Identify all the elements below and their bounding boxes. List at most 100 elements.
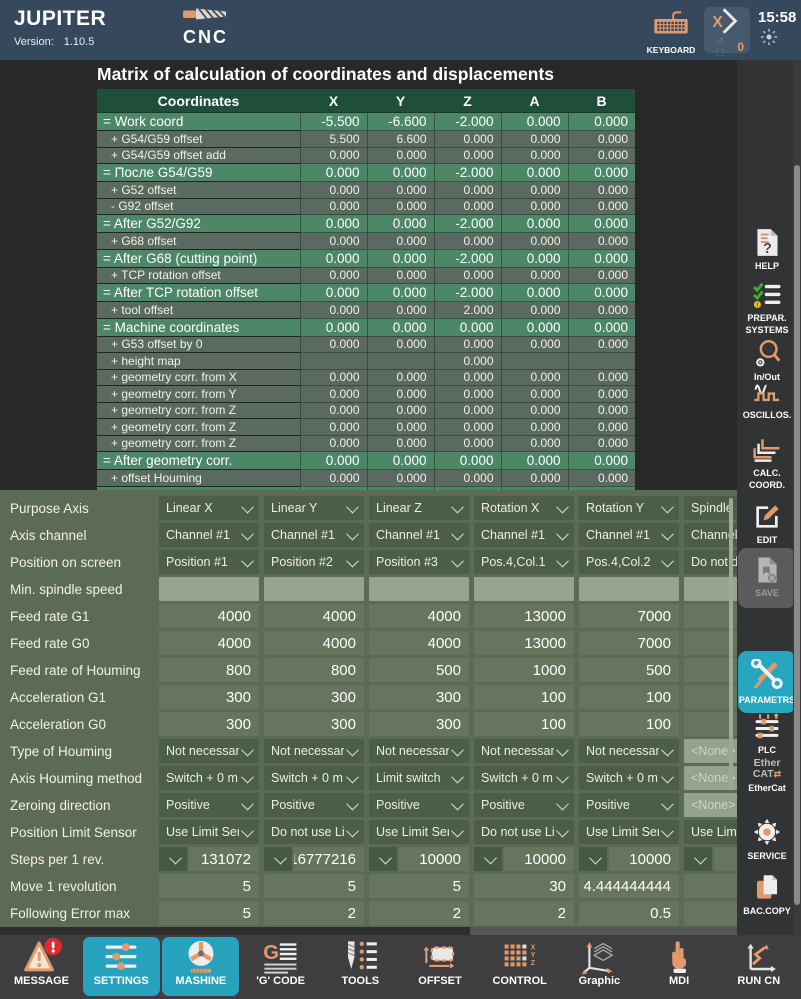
settings-number-field[interactable]: 100 [474,712,574,736]
settings-dropdown[interactable]: Use Limit Sen [579,820,679,844]
stepper-dropdown-button[interactable] [369,847,397,871]
settings-number-field[interactable]: 4.444444444 [579,874,679,898]
settings-dropdown[interactable]: Positive [369,793,469,817]
settings-dropdown[interactable]: Switch + 0 m [579,766,679,790]
settings-vertical-scrollbar[interactable] [729,498,733,790]
settings-number-field[interactable]: 500 [369,658,469,682]
settings-dropdown[interactable]: Pos.4,Col.1 [474,550,574,574]
settings-number-field[interactable] [684,874,737,898]
nav-item-tools[interactable]: TOOLS [322,937,399,996]
sidebar-item-edit[interactable]: EDIT [739,503,795,547]
settings-number-field[interactable]: 4000 [369,631,469,655]
keyboard-button[interactable]: KEYBOARD [643,9,699,55]
settings-number-field[interactable]: 13000 [474,631,574,655]
settings-dropdown[interactable]: Linear Z [369,496,469,520]
stepper-value[interactable]: 10000 [399,847,469,871]
settings-number-field[interactable]: 4000 [369,604,469,628]
settings-number-field[interactable]: 300 [159,712,259,736]
settings-horizontal-scrollbar-thumb[interactable] [0,927,470,935]
stop-counter-button[interactable]: X ↺ ▢ 0 [704,7,750,53]
settings-dropdown[interactable]: Rotation Y [579,496,679,520]
settings-dropdown[interactable]: Not necessar [579,739,679,763]
settings-dropdown[interactable]: Channel #1 [369,523,469,547]
settings-number-field[interactable]: 800 [159,658,259,682]
settings-number-field[interactable]: 100 [579,685,679,709]
settings-number-field[interactable]: 300 [369,685,469,709]
stepper-dropdown-button[interactable] [474,847,502,871]
settings-dropdown[interactable]: Positive [159,793,259,817]
settings-dropdown[interactable]: Positive [264,793,364,817]
settings-dropdown[interactable]: Position #1 [159,550,259,574]
nav-item-settings[interactable]: SETTINGS [83,937,160,996]
settings-dropdown[interactable]: Positive [579,793,679,817]
sidebar-item-oscillos[interactable]: OSCILLOS. [739,380,795,422]
settings-number-field[interactable]: 100 [579,712,679,736]
nav-item-mdi[interactable]: MDI [641,937,718,996]
settings-number-field[interactable]: 300 [264,685,364,709]
settings-dropdown[interactable]: Rotation X [474,496,574,520]
settings-dropdown[interactable]: Positive [474,793,574,817]
sidebar-item-service[interactable]: SERVICE [739,817,795,863]
sidebar-item-help[interactable]: ?HELP [739,228,795,273]
sidebar-item-parametrs[interactable]: PARAMETRS [738,651,796,713]
settings-number-field[interactable]: 2 [264,901,364,925]
settings-input[interactable] [264,577,364,601]
nav-item-graphic[interactable]: Graphic [561,937,638,996]
settings-dropdown[interactable]: Linear Y [264,496,364,520]
stepper-value[interactable]: 10000 [609,847,679,871]
settings-dropdown[interactable]: Not necessar [474,739,574,763]
sidebar-item-calc-coord[interactable]: CALC. COORD. [739,437,795,491]
settings-number-field[interactable]: 1000 [474,658,574,682]
settings-input[interactable] [579,577,679,601]
settings-dropdown[interactable]: Switch + 0 m [264,766,364,790]
sidebar-item-in-out[interactable]: In/Out [739,339,795,384]
settings-input[interactable] [369,577,469,601]
settings-dropdown[interactable]: Channel #1 [474,523,574,547]
settings-dropdown[interactable]: Use Limit Sen [369,820,469,844]
settings-dropdown[interactable]: Switch + 0 m [159,766,259,790]
settings-number-field[interactable]: 5 [159,874,259,898]
settings-dropdown[interactable]: Channel #1 [264,523,364,547]
sidebar-item-plc[interactable]: PLC [739,713,795,757]
settings-dropdown[interactable]: Not necessar [369,739,469,763]
settings-number-field[interactable]: 4000 [264,604,364,628]
settings-dropdown[interactable]: Not necessar [264,739,364,763]
settings-dropdown[interactable]: Do not use Li [474,820,574,844]
sidebar-item-prepar-systems[interactable]: !PREPAR. SYSTEMS [739,282,795,336]
settings-dropdown[interactable]: Switch + 0 m [474,766,574,790]
settings-dropdown[interactable]: Pos.4,Col.2 [579,550,679,574]
settings-number-field[interactable]: 30 [474,874,574,898]
settings-number-field[interactable]: 4000 [264,631,364,655]
settings-number-field[interactable]: 300 [369,712,469,736]
settings-number-field[interactable]: 100 [474,685,574,709]
settings-dropdown[interactable]: Linear X [159,496,259,520]
brightness-icon[interactable] [760,28,778,51]
settings-number-field[interactable]: 300 [264,712,364,736]
settings-number-field[interactable]: 4000 [159,631,259,655]
stepper-dropdown-button[interactable] [159,847,187,871]
sidebar-item-bac-copy[interactable]: BAC.COPY [739,873,795,918]
stepper-value[interactable]: 131072 [189,847,259,871]
stepper-dropdown-button[interactable] [264,847,292,871]
settings-dropdown[interactable]: Channel #1 [579,523,679,547]
settings-dropdown[interactable]: Position #2 [264,550,364,574]
settings-number-field[interactable]: 0.5 [579,901,679,925]
stepper-value[interactable] [714,847,737,871]
stepper-value[interactable]: 16777216 [294,847,364,871]
settings-number-field[interactable]: 7000 [579,631,679,655]
settings-number-field[interactable]: 5 [159,901,259,925]
settings-dropdown[interactable]: Use Limit Sen [159,820,259,844]
nav-item-mashine[interactable]: MASHINE [162,937,239,996]
settings-number-field[interactable]: 4000 [159,604,259,628]
settings-number-field[interactable]: 2 [369,901,469,925]
settings-number-field[interactable]: 13000 [474,604,574,628]
nav-item-run-cn[interactable]: RUN CN [720,937,797,996]
settings-number-field[interactable]: 5 [369,874,469,898]
settings-number-field[interactable]: 500 [579,658,679,682]
page-scrollbar-thumb[interactable] [794,165,800,905]
settings-dropdown[interactable]: Limit switch [369,766,469,790]
stepper-value[interactable]: 10000 [504,847,574,871]
settings-dropdown[interactable]: Channel #1 [159,523,259,547]
settings-number-field[interactable] [684,901,737,925]
settings-input[interactable] [474,577,574,601]
